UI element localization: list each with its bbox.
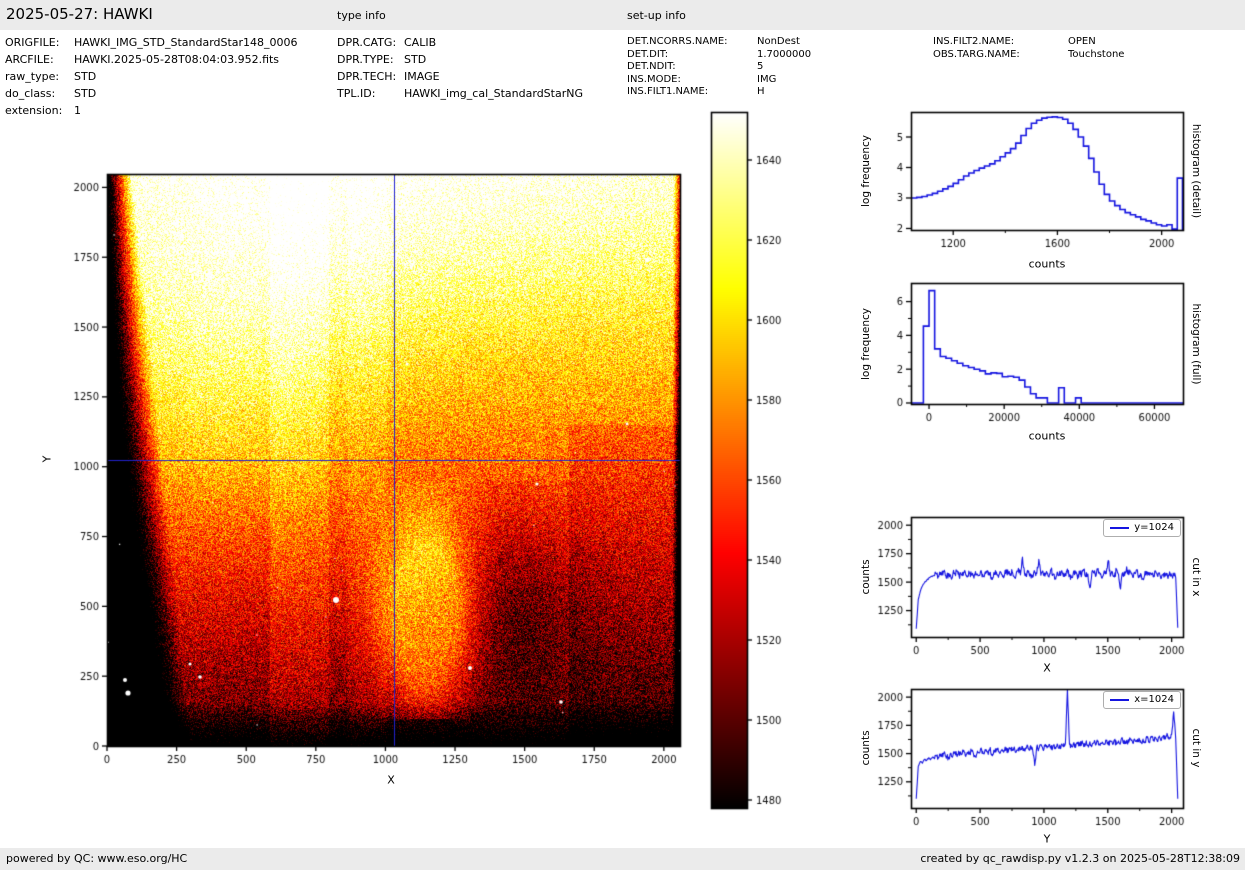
meta-value: 1 bbox=[74, 104, 81, 117]
footer-bar: powered by QC: www.eso.org/HC created by… bbox=[0, 848, 1245, 870]
header-bar: 2025-05-27: HAWKI type info set-up info bbox=[0, 0, 1245, 30]
hist-full-ylabel: log frequency bbox=[860, 307, 872, 381]
meta-label: DET.DIT: bbox=[627, 49, 669, 60]
hist-detail-ylabel: log frequency bbox=[860, 134, 872, 208]
hist-full-xlabel: counts bbox=[1028, 429, 1066, 443]
meta-label: OBS.TARG.NAME: bbox=[933, 49, 1020, 60]
cut-y-xlabel: Y bbox=[1043, 832, 1051, 846]
cut-x-side-label: cut in x bbox=[1190, 557, 1202, 597]
meta-label: DPR.CATG: bbox=[337, 36, 397, 49]
meta-label: extension: bbox=[5, 104, 63, 117]
meta-value: NonDest bbox=[757, 36, 800, 47]
page-title: 2025-05-27: HAWKI bbox=[6, 5, 153, 23]
meta-label: raw_type: bbox=[5, 70, 60, 83]
footer-credit-right: created by qc_rawdisp.py v1.2.3 on 2025-… bbox=[920, 852, 1240, 865]
meta-value: STD bbox=[404, 53, 427, 66]
meta-label: TPL.ID: bbox=[337, 87, 376, 100]
type-info-header: type info bbox=[337, 9, 386, 22]
meta-value: STD bbox=[74, 87, 97, 100]
cut-x-xlabel: X bbox=[1043, 661, 1051, 675]
meta-label: ARCFILE: bbox=[5, 53, 54, 66]
meta-value: Touchstone bbox=[1068, 49, 1125, 60]
meta-label: DPR.TECH: bbox=[337, 70, 397, 83]
meta-value: H bbox=[757, 86, 765, 97]
meta-value: HAWKI.2025-05-28T08:04:03.952.fits bbox=[74, 53, 280, 66]
meta-value: HAWKI_img_cal_StandardStarNG bbox=[404, 87, 583, 100]
cut-y-legend: x=1024 bbox=[1103, 691, 1181, 709]
meta-value: 5 bbox=[757, 61, 764, 72]
meta-value: CALIB bbox=[404, 36, 437, 49]
meta-value: IMAGE bbox=[404, 70, 440, 83]
meta-label: do_class: bbox=[5, 87, 56, 100]
meta-label: ORIGFILE: bbox=[5, 36, 60, 49]
hist-full-side-label: histogram (full) bbox=[1190, 303, 1202, 385]
hist-detail-xlabel: counts bbox=[1028, 257, 1066, 271]
cut-y-legend-label: x=1024 bbox=[1134, 694, 1174, 705]
legend-line-sample bbox=[1110, 698, 1130, 701]
meta-value: HAWKI_IMG_STD_StandardStar148_0006 bbox=[74, 36, 298, 49]
setup-info-header: set-up info bbox=[627, 9, 686, 22]
meta-value: 1.7000000 bbox=[757, 49, 812, 60]
cut-y-ylabel: counts bbox=[860, 730, 872, 766]
legend-line-sample bbox=[1110, 526, 1130, 529]
hist-detail-side-label: histogram (detail) bbox=[1190, 123, 1202, 219]
meta-label: DET.NDIT: bbox=[627, 61, 676, 72]
meta-label: INS.FILT1.NAME: bbox=[627, 86, 709, 97]
footer-credit-left: powered by QC: www.eso.org/HC bbox=[6, 852, 188, 865]
meta-value: IMG bbox=[757, 74, 777, 85]
cut-x-legend: y=1024 bbox=[1103, 519, 1181, 537]
main-xlabel: X bbox=[387, 773, 395, 787]
cut-x-ylabel: counts bbox=[860, 559, 872, 595]
meta-label: DPR.TYPE: bbox=[337, 53, 394, 66]
meta-label: INS.MODE: bbox=[627, 74, 681, 85]
main-ylabel: Y bbox=[40, 455, 54, 463]
meta-value: OPEN bbox=[1068, 36, 1096, 47]
meta-label: INS.FILT2.NAME: bbox=[933, 36, 1015, 47]
meta-value: STD bbox=[74, 70, 97, 83]
cut-x-legend-label: y=1024 bbox=[1134, 522, 1174, 533]
cut-y-side-label: cut in y bbox=[1190, 728, 1202, 768]
meta-label: DET.NCORRS.NAME: bbox=[627, 36, 728, 47]
